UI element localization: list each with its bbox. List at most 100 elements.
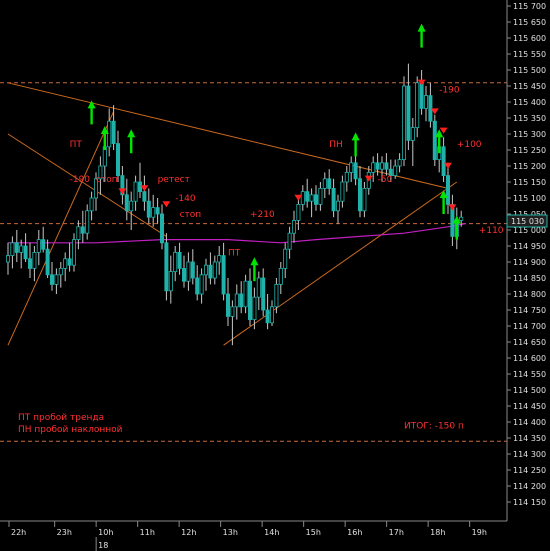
y-tick-label: 115 600 xyxy=(513,34,546,43)
candle-body xyxy=(146,200,151,218)
candle-body xyxy=(76,226,81,241)
candle-body xyxy=(261,277,266,311)
candle-body xyxy=(142,191,147,202)
price-chart: ПТ -190 стоп ретест -140 стоп +210 ПТ ПН -50 -190 +… xyxy=(0,0,550,551)
y-tick-label: 114 850 xyxy=(513,274,546,283)
y-tick-label: 115 350 xyxy=(513,114,546,123)
y-tick-label: 115 700 xyxy=(513,2,546,11)
legend-entry: ПН пробой наклонной xyxy=(18,425,123,435)
y-tick-label: 114 800 xyxy=(513,290,546,299)
legend-entry: ПТ пробой тренда xyxy=(18,413,104,423)
candle-body xyxy=(335,200,340,212)
candle-body xyxy=(159,213,164,244)
candle-body xyxy=(283,248,288,269)
y-tick-label: 114 700 xyxy=(513,322,546,331)
candle-body xyxy=(50,274,55,285)
x-tick-label: 18h xyxy=(430,528,445,537)
candle-body xyxy=(371,162,376,173)
candle-body xyxy=(441,146,446,177)
candle-body xyxy=(89,197,94,212)
candle-body xyxy=(296,203,301,221)
candle-body xyxy=(401,85,406,160)
y-tick-label: 114 350 xyxy=(513,434,546,443)
y-tick-label: 114 150 xyxy=(513,498,546,507)
y-tick-label: 115 100 xyxy=(513,194,546,203)
x-tick-label: 16h xyxy=(347,528,362,537)
annotation-label: -50 xyxy=(378,175,393,185)
candle-body xyxy=(72,239,77,266)
candle-body xyxy=(406,85,411,141)
candle-body xyxy=(129,200,134,212)
candle-body xyxy=(137,181,142,192)
y-tick-label: 115 500 xyxy=(513,66,546,75)
annotation-label: -190 xyxy=(70,175,91,185)
candle-body xyxy=(133,181,138,202)
y-tick-label: 114 600 xyxy=(513,354,546,363)
annotation-label: -190 xyxy=(439,85,460,95)
annotation-label: +100 xyxy=(457,140,482,150)
candle-body xyxy=(80,226,85,234)
x-tick-label: 13h xyxy=(223,528,238,537)
candle-body xyxy=(177,251,182,269)
candle xyxy=(164,233,169,301)
candle-body xyxy=(168,271,173,292)
candle-body xyxy=(212,261,217,279)
annotation-label: стоп xyxy=(180,210,202,220)
candle-body xyxy=(243,280,248,308)
candle-body xyxy=(349,162,354,173)
annotation-label: ретест xyxy=(158,175,190,185)
annotation-label: стоп xyxy=(96,175,118,185)
annotation-label: +110 xyxy=(479,226,504,236)
candle-body xyxy=(217,255,222,263)
x-tick-label: 19h xyxy=(472,528,487,537)
candle-body xyxy=(445,175,450,205)
candle-body xyxy=(428,95,433,122)
candle xyxy=(432,114,437,166)
candle-body xyxy=(67,258,72,266)
candle-body xyxy=(225,293,230,317)
candle-body xyxy=(23,245,28,260)
candle-body xyxy=(32,251,37,269)
candle-body xyxy=(353,162,358,180)
y-tick-label: 115 650 xyxy=(513,18,546,27)
candle-body xyxy=(278,267,283,285)
x-tick-label: 17h xyxy=(389,528,404,537)
x-tick-label: 15h xyxy=(306,528,321,537)
candle-body xyxy=(58,267,63,276)
candle-body xyxy=(344,171,349,183)
y-tick-label: 115 550 xyxy=(513,50,546,59)
y-tick-label: 115 150 xyxy=(513,178,546,187)
candle-body xyxy=(239,293,244,308)
candle-body xyxy=(234,293,239,308)
y-tick-label: 115 250 xyxy=(513,146,546,155)
y-tick-label: 115 400 xyxy=(513,98,546,107)
y-tick-label: 114 900 xyxy=(513,258,546,267)
candle-body xyxy=(203,264,208,276)
candle-body xyxy=(6,255,11,263)
candle-body xyxy=(331,187,336,212)
candle-body xyxy=(274,283,279,308)
candle-body xyxy=(173,251,178,272)
candle-body xyxy=(247,280,252,321)
y-tick-label: 115 200 xyxy=(513,162,546,171)
candle-body xyxy=(393,165,398,176)
y-tick-label: 114 450 xyxy=(513,402,546,411)
current-price-tag: 115 030 xyxy=(506,214,548,228)
y-tick-label: 114 250 xyxy=(513,466,546,475)
candle-body xyxy=(269,306,274,324)
x-tick-label: 12h xyxy=(181,528,196,537)
annotation-label: ПТ xyxy=(228,249,241,259)
candle-body xyxy=(19,245,24,253)
candle-body xyxy=(124,194,129,212)
candle-body xyxy=(45,248,50,276)
x-tick-label: 10h xyxy=(98,528,113,537)
candle-body xyxy=(313,194,318,205)
candle-body xyxy=(151,207,156,218)
candle-body xyxy=(63,258,68,269)
candle-body xyxy=(116,143,121,177)
candle-body xyxy=(305,191,310,202)
candle-body xyxy=(41,239,46,250)
candle-body xyxy=(186,261,191,282)
y-tick-label: 115 300 xyxy=(513,130,546,139)
candle-body xyxy=(362,187,367,212)
